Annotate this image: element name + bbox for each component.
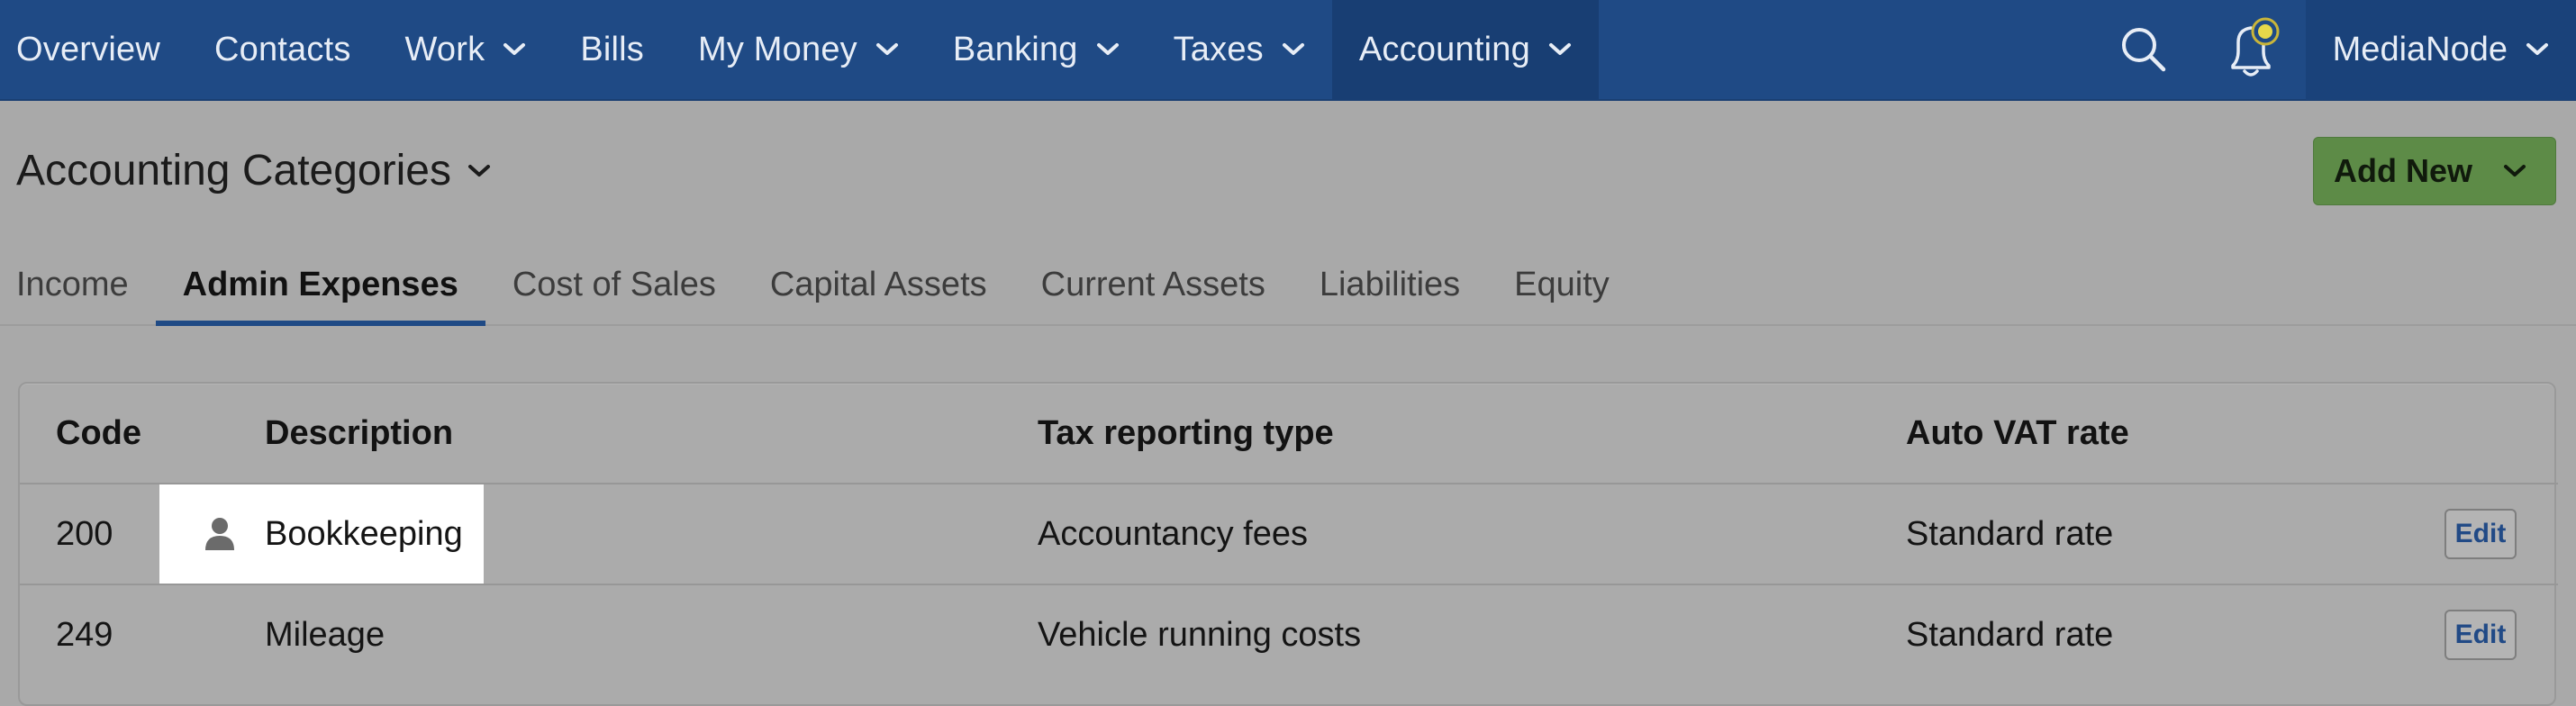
tab-label: Liabilities <box>1319 265 1461 303</box>
nav-label: My Money <box>698 30 857 68</box>
row-tax-reporting-type: Accountancy fees <box>1038 514 1308 553</box>
edit-button[interactable]: Edit <box>2444 610 2517 660</box>
nav-accounting[interactable]: Accounting <box>1331 0 1599 100</box>
top-navigation: Overview Contacts Work Bills My Money Ba… <box>0 0 2576 101</box>
row-tax-reporting-type: Vehicle running costs <box>1038 615 1362 654</box>
nav-banking[interactable]: Banking <box>926 0 1147 100</box>
chevron-down-icon <box>1096 42 1120 57</box>
search-icon[interactable] <box>2090 0 2198 100</box>
tab-label: Cost of Sales <box>512 265 716 303</box>
tab-liabilities[interactable]: Liabilities <box>1293 245 1487 324</box>
chevron-down-icon <box>1548 42 1572 57</box>
nav-label: Work <box>404 30 485 68</box>
row-auto-vat-rate: Standard rate <box>1906 615 2114 654</box>
nav-label: Taxes <box>1173 30 1264 68</box>
row-code: 200 <box>56 514 113 553</box>
chevron-down-icon <box>503 42 526 57</box>
tab-label: Income <box>16 265 129 303</box>
tab-admin-expenses[interactable]: Admin Expenses <box>155 245 486 326</box>
tab-current-assets[interactable]: Current Assets <box>1014 245 1293 324</box>
user-name: MediaNode <box>2332 30 2508 68</box>
tab-label: Admin Expenses <box>182 265 458 303</box>
column-header-description: Description <box>265 413 454 452</box>
nav-label: Banking <box>952 30 1078 68</box>
table-row[interactable]: 200 Bookkeeping Accountancy fees Standar… <box>20 484 2558 585</box>
edit-button[interactable]: Edit <box>2444 509 2517 559</box>
user-icon <box>202 484 238 584</box>
add-new-button[interactable]: Add New <box>2313 137 2556 205</box>
nav-label: Bills <box>580 30 644 68</box>
nav-label: Overview <box>16 30 160 68</box>
nav-overview[interactable]: Overview <box>0 0 187 100</box>
tab-income[interactable]: Income <box>0 245 156 324</box>
chevron-down-icon <box>2526 42 2549 57</box>
row-edit-cell: Edit <box>2444 484 2517 584</box>
table-header-row: Code Description Tax reporting type Auto… <box>20 384 2558 484</box>
bell-icon[interactable] <box>2198 0 2306 100</box>
tab-capital-assets[interactable]: Capital Assets <box>743 245 1014 324</box>
categories-table: Code Description Tax reporting type Auto… <box>18 382 2558 706</box>
column-header-tax-reporting-type: Tax reporting type <box>1038 413 1334 452</box>
row-auto-vat-rate: Standard rate <box>1906 514 2114 553</box>
chevron-down-icon <box>2503 164 2526 178</box>
row-description: Mileage <box>265 615 385 654</box>
add-new-label: Add New <box>2334 152 2473 189</box>
tab-cost-of-sales[interactable]: Cost of Sales <box>485 245 743 324</box>
user-menu[interactable]: MediaNode <box>2305 0 2576 100</box>
nav-taxes[interactable]: Taxes <box>1147 0 1332 100</box>
page-title[interactable]: Accounting Categories <box>16 146 491 195</box>
chevron-down-icon <box>467 164 491 178</box>
nav-bills[interactable]: Bills <box>553 0 671 100</box>
tab-label: Capital Assets <box>769 265 987 303</box>
category-tabs: Income Admin Expenses Cost of Sales Capi… <box>0 245 2576 326</box>
nav-my-money[interactable]: My Money <box>671 0 926 100</box>
tab-label: Equity <box>1514 265 1610 303</box>
tab-equity[interactable]: Equity <box>1487 245 1637 324</box>
row-description: Bookkeeping <box>265 514 463 553</box>
tab-label: Current Assets <box>1040 265 1265 303</box>
page-title-text: Accounting Categories <box>16 147 451 195</box>
nav-label: Accounting <box>1358 30 1530 68</box>
table-row[interactable]: 249 Mileage Vehicle running costs Standa… <box>20 585 2558 686</box>
row-code: 249 <box>56 615 113 654</box>
column-header-code: Code <box>56 413 141 452</box>
row-edit-cell: Edit <box>2444 585 2517 684</box>
chevron-down-icon <box>875 42 899 57</box>
chevron-down-icon <box>1282 42 1305 57</box>
page-header: Accounting Categories Add New Income Adm… <box>0 101 2576 326</box>
nav-work[interactable]: Work <box>378 0 554 100</box>
nav-label: Contacts <box>213 30 351 68</box>
nav-contacts[interactable]: Contacts <box>187 0 378 100</box>
column-header-auto-vat-rate: Auto VAT rate <box>1906 413 2129 452</box>
